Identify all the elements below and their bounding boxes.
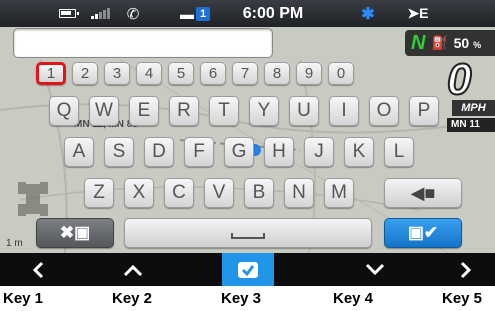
key-c[interactable]: C: [164, 178, 194, 208]
key-u[interactable]: U: [289, 96, 319, 126]
nav-key-2[interactable]: [107, 253, 159, 286]
key-e[interactable]: E: [129, 96, 159, 126]
fuel-brand-logo: N: [411, 31, 426, 54]
key-label-1: Key 1: [3, 290, 44, 307]
key-7[interactable]: 7: [232, 62, 258, 85]
space-key[interactable]: [124, 218, 372, 248]
key-q[interactable]: Q: [49, 96, 79, 126]
chevron-down-icon: [365, 263, 385, 275]
key-z[interactable]: Z: [84, 178, 114, 208]
vehicle-icon: [18, 182, 48, 216]
key-v[interactable]: V: [204, 178, 234, 208]
nav-key-5[interactable]: [440, 253, 492, 286]
device-screen: ✆ ▬ 1 6:00 PM ✱ ➤E N ⛽ 50 % 0 MPH MN 11 M…: [0, 0, 495, 286]
hardware-key-labels: Key 1 Key 2 Key 3 Key 4 Key 5: [0, 290, 495, 311]
key-o[interactable]: O: [369, 96, 399, 126]
key-0[interactable]: 0: [328, 62, 354, 85]
bluetooth-icon: ✱: [361, 5, 375, 23]
nav-key-4[interactable]: [349, 253, 401, 286]
key-1[interactable]: 1: [36, 62, 66, 85]
key-h[interactable]: H: [264, 137, 294, 167]
key-n[interactable]: N: [284, 178, 314, 208]
key-s[interactable]: S: [104, 137, 134, 167]
key-2[interactable]: 2: [72, 62, 98, 85]
text-entry-field[interactable]: [13, 28, 273, 58]
speed-unit: MPH: [452, 100, 495, 116]
speed-value: 0: [446, 55, 472, 104]
key-k[interactable]: K: [344, 137, 374, 167]
message-count-badge: 1: [195, 6, 211, 21]
key-6[interactable]: 6: [200, 62, 226, 85]
key-a[interactable]: A: [64, 137, 94, 167]
backspace-key[interactable]: ◀■: [384, 178, 462, 208]
key-b[interactable]: B: [244, 178, 274, 208]
key-d[interactable]: D: [144, 137, 174, 167]
key-p[interactable]: P: [409, 96, 439, 126]
key-label-3: Key 3: [221, 290, 262, 307]
key-3[interactable]: 3: [104, 62, 130, 85]
bottom-navigation-bar: [0, 253, 495, 286]
key-t[interactable]: T: [209, 96, 239, 126]
chevron-up-icon: [123, 264, 143, 276]
nav-key-3[interactable]: [222, 253, 274, 286]
key-r[interactable]: R: [169, 96, 199, 126]
save-confirm-icon: ▣✔: [407, 223, 439, 242]
key-8[interactable]: 8: [264, 62, 290, 85]
battery-icon: [57, 0, 79, 27]
key-x[interactable]: X: [124, 178, 154, 208]
signal-icon: [89, 0, 113, 27]
fuel-indicator: N ⛽ 50 %: [405, 30, 495, 56]
network-icon: ➤E: [407, 5, 429, 21]
backspace-arrow-icon: ◀■: [410, 182, 436, 203]
key-5[interactable]: 5: [168, 62, 194, 85]
fuel-percent: 50 %: [453, 35, 482, 51]
key-label-5: Key 5: [442, 290, 483, 307]
key-i[interactable]: I: [329, 96, 359, 126]
key-label-4: Key 4: [333, 290, 374, 307]
key-m[interactable]: M: [324, 178, 354, 208]
key-9[interactable]: 9: [296, 62, 322, 85]
key-w[interactable]: W: [89, 96, 119, 126]
key-y[interactable]: Y: [249, 96, 279, 126]
clock: 6:00 PM: [242, 4, 304, 22]
key-f[interactable]: F: [184, 137, 214, 167]
route-label: MN 11: [447, 118, 495, 132]
key-4[interactable]: 4: [136, 62, 162, 85]
map-scale-label: 1 m: [6, 238, 23, 249]
chevron-left-icon: [32, 261, 44, 278]
fuel-pump-icon: ⛽: [431, 35, 448, 50]
save-button[interactable]: ▣✔: [384, 218, 462, 248]
message-icon: ▬ 1: [171, 0, 219, 27]
space-bar-icon: [231, 233, 265, 239]
nav-key-1[interactable]: [12, 253, 64, 286]
key-l[interactable]: L: [384, 137, 414, 167]
key-j[interactable]: J: [304, 137, 334, 167]
status-bar: ✆ ▬ 1 6:00 PM ✱ ➤E: [0, 0, 495, 27]
delete-button[interactable]: ✖▣: [36, 218, 114, 248]
chevron-right-icon: [460, 261, 472, 278]
confirm-icon: [238, 261, 258, 278]
key-g[interactable]: G: [224, 137, 254, 167]
phone-icon: ✆: [126, 5, 140, 23]
key-label-2: Key 2: [112, 290, 153, 307]
delete-save-icon: ✖▣: [59, 223, 91, 242]
